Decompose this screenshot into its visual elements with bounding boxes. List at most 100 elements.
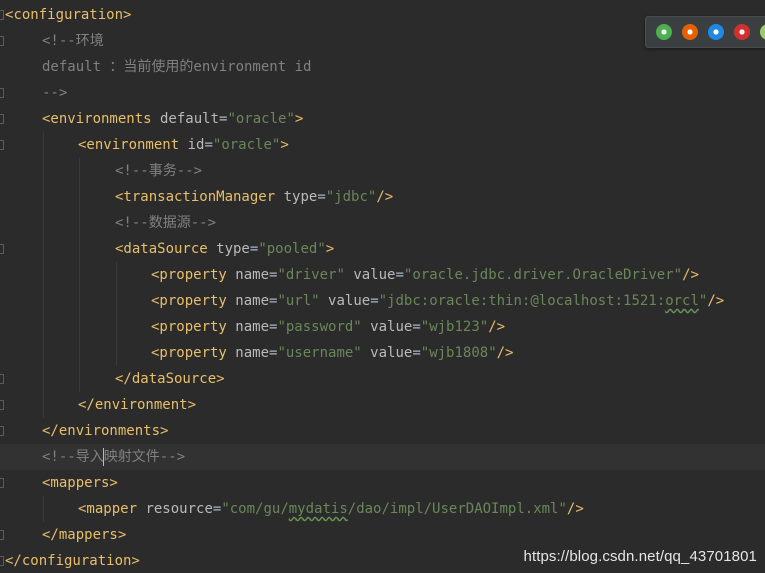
code-line[interactable]: </mappers> bbox=[0, 522, 765, 548]
fold-marker[interactable] bbox=[0, 88, 4, 98]
fold-marker[interactable] bbox=[0, 114, 4, 124]
code-line[interactable]: <property name="username" value="wjb1808… bbox=[0, 340, 765, 366]
code-text: --> bbox=[42, 80, 67, 106]
code-token: id bbox=[179, 137, 205, 153]
code-line[interactable]: <mappers> bbox=[0, 470, 765, 496]
code-token: resource bbox=[137, 501, 213, 517]
chrome-icon[interactable] bbox=[656, 24, 672, 40]
code-line[interactable]: <environment id="oracle"> bbox=[0, 132, 765, 158]
code-text: <configuration> bbox=[5, 2, 131, 28]
code-token: > bbox=[280, 137, 289, 153]
code-token: <dataSource bbox=[115, 241, 208, 257]
code-token: type bbox=[275, 189, 318, 205]
code-token: value bbox=[361, 345, 413, 361]
fold-marker[interactable] bbox=[0, 10, 4, 20]
code-token: "jdbc" bbox=[325, 189, 377, 205]
fold-marker[interactable] bbox=[0, 140, 4, 150]
code-line[interactable]: <property name="driver" value="oracle.jd… bbox=[0, 262, 765, 288]
indent-guide bbox=[43, 132, 44, 418]
code-line[interactable]: <mapper resource="com/gu/mydatis/dao/imp… bbox=[0, 496, 765, 522]
code-token: </environments> bbox=[42, 423, 169, 439]
code-token: <property bbox=[151, 293, 227, 309]
code-token: = bbox=[317, 189, 326, 205]
code-line[interactable]: </dataSource> bbox=[0, 366, 765, 392]
browser-preview-bar bbox=[645, 16, 765, 48]
code-line[interactable]: <!--数据源--> bbox=[0, 210, 765, 236]
code-token: "jdbc:oracle:thin:@localhost:1521: bbox=[378, 293, 666, 309]
safari-icon[interactable] bbox=[708, 24, 724, 40]
code-token: = bbox=[395, 267, 404, 283]
code-text: <!--导入映射文件--> bbox=[42, 444, 185, 470]
code-token: 映射文件--> bbox=[103, 449, 186, 465]
code-token: <property bbox=[151, 319, 227, 335]
code-line[interactable]: default ：当前使用的environment id bbox=[0, 54, 765, 80]
fold-marker[interactable] bbox=[0, 426, 4, 436]
firefox-icon[interactable] bbox=[682, 24, 698, 40]
code-token: <property bbox=[151, 267, 227, 283]
code-token: orcl bbox=[665, 293, 699, 309]
fold-marker[interactable] bbox=[0, 556, 4, 566]
code-token: </mappers> bbox=[42, 527, 127, 543]
indent-guide bbox=[79, 158, 80, 392]
code-token: configuration bbox=[13, 7, 124, 23]
code-token: name bbox=[226, 293, 270, 309]
fold-marker[interactable] bbox=[0, 374, 4, 384]
xml-code-editor[interactable]: </configuration> </mappers> <mapper resour… bbox=[0, 0, 765, 573]
code-token: = bbox=[204, 137, 213, 153]
code-line[interactable]: <property name="url" value="jdbc:oracle:… bbox=[0, 288, 765, 314]
fold-marker[interactable] bbox=[0, 244, 4, 254]
code-text: </environment> bbox=[78, 392, 196, 418]
code-token: "wjb1808" bbox=[420, 345, 497, 361]
code-line[interactable]: <!--事务--> bbox=[0, 158, 765, 184]
code-token: = bbox=[412, 345, 421, 361]
code-token: default bbox=[151, 111, 220, 127]
code-text: </configuration> bbox=[5, 548, 140, 573]
code-text: <mappers> bbox=[42, 470, 118, 496]
code-token: "password" bbox=[277, 319, 362, 335]
code-token: "oracle" bbox=[227, 111, 295, 127]
code-token: <!--环境 bbox=[42, 33, 104, 49]
code-token: = bbox=[370, 293, 379, 309]
fold-marker[interactable] bbox=[0, 478, 4, 488]
code-token: <mappers> bbox=[42, 475, 118, 491]
code-token: <property bbox=[151, 345, 227, 361]
code-text: default ：当前使用的environment id bbox=[42, 54, 311, 80]
code-token: --> bbox=[42, 85, 68, 101]
code-text: </dataSource> bbox=[115, 366, 225, 392]
opera-icon[interactable] bbox=[734, 24, 750, 40]
code-line[interactable]: <transactionManager type="jdbc"/> bbox=[0, 184, 765, 210]
code-text: <environments default="oracle"> bbox=[42, 106, 303, 132]
code-token: </environment> bbox=[78, 397, 197, 413]
code-token: <!--事务--> bbox=[115, 163, 203, 179]
code-text: <!--事务--> bbox=[115, 158, 202, 184]
code-text: <transactionManager type="jdbc"/> bbox=[115, 184, 393, 210]
code-token: /> bbox=[488, 319, 506, 335]
code-text: <environment id="oracle"> bbox=[78, 132, 289, 158]
code-token: /> bbox=[707, 293, 725, 309]
code-token: > bbox=[325, 241, 335, 257]
code-line[interactable]: <!--导入映射文件--> bbox=[0, 444, 765, 470]
fold-marker[interactable] bbox=[0, 400, 4, 410]
code-token: <!--数据源--> bbox=[115, 215, 217, 231]
code-token: > bbox=[294, 111, 304, 127]
code-text: </mappers> bbox=[42, 522, 126, 548]
code-token: "url" bbox=[277, 293, 320, 309]
code-line[interactable]: <dataSource type="pooled"> bbox=[0, 236, 765, 262]
fold-marker[interactable] bbox=[0, 36, 4, 46]
code-token: <environment bbox=[78, 137, 180, 153]
code-line[interactable]: --> bbox=[0, 80, 765, 106]
code-line[interactable]: <property name="password" value="wjb123"… bbox=[0, 314, 765, 340]
code-text: <!--数据源--> bbox=[115, 210, 216, 236]
fold-marker[interactable] bbox=[0, 530, 4, 540]
code-token: /> bbox=[566, 501, 584, 517]
code-line[interactable]: </environments> bbox=[0, 418, 765, 444]
watermark: https://blog.csdn.net/qq_43701801 bbox=[523, 548, 757, 565]
code-token: name bbox=[226, 345, 270, 361]
code-text: <dataSource type="pooled"> bbox=[115, 236, 334, 262]
code-token: "wjb123" bbox=[420, 319, 489, 335]
code-token: /> bbox=[496, 345, 514, 361]
ie-icon[interactable] bbox=[760, 24, 765, 40]
code-line[interactable]: <environments default="oracle"> bbox=[0, 106, 765, 132]
code-text: </environments> bbox=[42, 418, 168, 444]
code-line[interactable]: </environment> bbox=[0, 392, 765, 418]
